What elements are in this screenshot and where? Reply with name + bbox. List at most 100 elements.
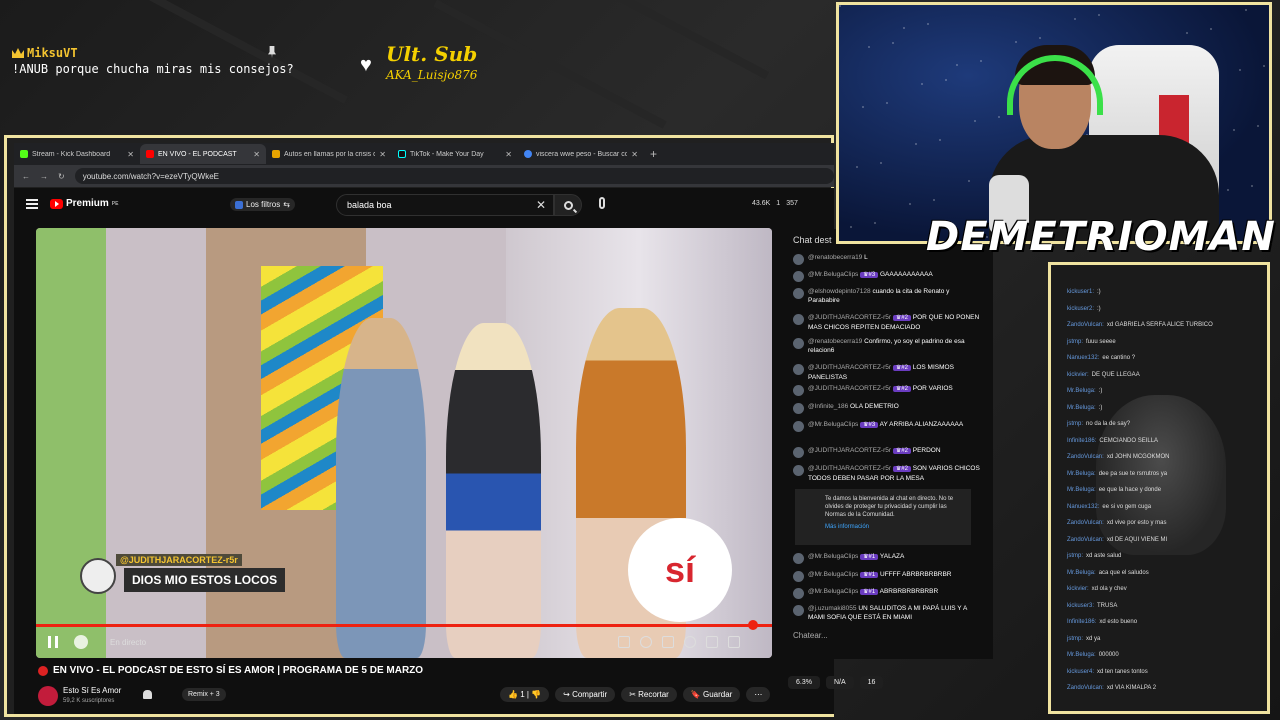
member-badge: ♛#3	[860, 272, 879, 278]
overlay-chat-username: Nanuex132:	[1067, 503, 1100, 510]
star-decoration	[1263, 65, 1265, 67]
tab-autos[interactable]: Autos en llamas por la crisis de ✕	[266, 144, 392, 164]
member-badge: ♛#2	[892, 386, 911, 392]
like-button[interactable]: 👍 1 | 👎	[500, 687, 550, 702]
close-icon[interactable]: ✕	[253, 150, 260, 159]
live-label[interactable]: En directo	[110, 638, 146, 647]
avatar	[793, 553, 804, 564]
star-decoration	[1039, 37, 1041, 39]
save-button[interactable]: 🔖 Guardar	[682, 687, 741, 702]
star-decoration	[880, 162, 882, 164]
overlay-chat-username: kickvier:	[1067, 371, 1089, 378]
more-info-link[interactable]: Más información	[825, 523, 965, 531]
menu-icon[interactable]	[26, 199, 38, 209]
volume-icon[interactable]	[74, 635, 88, 649]
star-decoration	[1233, 129, 1235, 131]
star-decoration	[1245, 9, 1247, 11]
fullscreen-exit-icon[interactable]	[728, 636, 740, 648]
back-icon[interactable]: ←	[22, 172, 30, 181]
settings-icon[interactable]	[684, 636, 696, 648]
star-decoration	[868, 46, 870, 48]
video-person-denim	[336, 318, 426, 658]
pause-icon[interactable]	[48, 636, 58, 648]
tab-kick-dashboard[interactable]: Stream - Kick Dashboard ✕	[14, 144, 140, 164]
clip-button[interactable]: ✂ Recortar	[621, 687, 677, 702]
chat-username[interactable]: @Mr.BelugaClips	[808, 271, 858, 278]
last-sub-title: Ult. Sub	[386, 42, 478, 66]
tab-search[interactable]: viscera wwe peso - Buscar con ✕	[518, 144, 644, 164]
chat-username[interactable]: @JUDITHJARACORTEZ-r5r	[808, 465, 891, 472]
channel-avatar[interactable]	[38, 686, 58, 706]
chat-header[interactable]: Chat dest	[793, 235, 832, 245]
video-player[interactable]: sí @JUDITHJARACORTEZ-r5r DIOS MIO ESTOS …	[36, 228, 772, 658]
overlay-chat-text: ee que la hace y donde	[1098, 487, 1162, 493]
star-decoration	[921, 83, 923, 85]
tab-tiktok[interactable]: TikTok - Make Your Day ✕	[392, 144, 518, 164]
overlay-chat-line: kickuser3: TRUSA	[1067, 603, 1117, 610]
chat-text: UFFFF ABRBRBRBRBR	[880, 571, 952, 578]
bell-icon[interactable]	[143, 690, 152, 699]
progress-bar[interactable]	[36, 624, 772, 627]
star-decoration	[933, 199, 935, 201]
chat-username[interactable]: @JUDITHJARACORTEZ-r5r	[808, 447, 891, 454]
overlay-chat-username: ZandoVulcan:	[1067, 454, 1104, 460]
close-icon[interactable]: ✕	[631, 150, 638, 159]
chat-username[interactable]: @JUDITHJARACORTEZ-r5r	[808, 385, 891, 392]
clear-search-icon[interactable]: ✕	[536, 198, 546, 212]
autoplay-toggle-icon[interactable]	[640, 636, 652, 648]
chat-username[interactable]: @Infinite_186	[808, 403, 848, 410]
new-tab-icon[interactable]: +	[644, 147, 663, 161]
forward-icon[interactable]: →	[40, 172, 48, 181]
avatar	[793, 254, 804, 265]
share-button[interactable]: ↪ Compartir	[555, 687, 616, 702]
chat-message: @JUDITHJARACORTEZ-r5r ♛#2 PERDON	[793, 446, 981, 458]
member-badge: ♛#1	[860, 572, 879, 578]
chat-username[interactable]: @Mr.BelugaClips	[808, 588, 858, 595]
chat-username[interactable]: @elshowdepinto7128	[808, 288, 871, 295]
chat-username[interactable]: @Mr.BelugaClips	[808, 553, 858, 560]
filters-button[interactable]: Los filtros ⇆	[230, 198, 295, 211]
miniplayer-icon[interactable]	[706, 636, 718, 648]
star-decoration	[892, 42, 894, 44]
youtube-logo[interactable]: Premium PE	[50, 198, 118, 209]
tab-youtube-podcast[interactable]: EN VIVO - EL PODCAST ✕	[140, 144, 266, 164]
star-decoration	[968, 180, 970, 182]
subtitles-icon[interactable]	[662, 636, 674, 648]
chat-username[interactable]: @Mr.BelugaClips	[808, 571, 858, 578]
search-input[interactable]: balada boa	[336, 194, 554, 216]
streamer-name: DEMETRIOMAN	[926, 214, 1276, 260]
chat-username[interactable]: @renatobecerra19	[808, 254, 862, 261]
overlay-chat-text: xd DE AQUI VIENE MI	[1106, 536, 1168, 543]
remix-button[interactable]: Remix + 3	[182, 688, 226, 701]
close-icon[interactable]: ✕	[379, 150, 386, 159]
close-icon[interactable]: ✕	[127, 150, 134, 159]
star-decoration	[980, 60, 982, 62]
channel-name[interactable]: Esto Sí Es Amor	[63, 686, 121, 695]
overlay-chat-username: kickuser2:	[1067, 305, 1095, 312]
video-person-black-top	[446, 323, 541, 658]
chat-username[interactable]: @renatobecerra19	[808, 338, 862, 345]
chat-username[interactable]: @JUDITHJARACORTEZ-r5r	[808, 314, 891, 321]
avatar	[793, 288, 804, 299]
overlay-chat-username: Infinite186:	[1067, 619, 1097, 625]
more-icon[interactable]: ⋯	[746, 687, 771, 702]
chat-username[interactable]: @JUDITHJARACORTEZ-r5r	[808, 364, 891, 371]
extension-icon[interactable]	[618, 636, 630, 648]
star-decoration	[874, 222, 876, 224]
overlay-chat-text: dee pa sue te rsrrutros ya	[1098, 470, 1168, 477]
chat-message: @Mr.BelugaClips ♛#3 AY ARRIBA ALIANZAAAA…	[793, 420, 981, 432]
overlay-chat-text: 000000	[1098, 652, 1119, 658]
chat-message-text: !ANUB porque chucha miras mis consejos?	[12, 62, 294, 76]
chat-username[interactable]: @Mr.BelugaClips	[808, 421, 858, 428]
tiktok-favicon-icon	[398, 150, 406, 158]
reload-icon[interactable]: ↻	[58, 172, 65, 181]
url-field[interactable]: youtube.com/watch?v=ezeVTyQWkeE	[74, 168, 834, 184]
close-icon[interactable]: ✕	[505, 150, 512, 159]
microphone-icon[interactable]	[599, 197, 605, 209]
overlay-chat-line: ZandoVulcan: xd GABRIELA SERFA ALICE TURB…	[1067, 322, 1213, 329]
chat-input[interactable]: Chatear...	[793, 631, 983, 640]
chat-username[interactable]: @j.uzumaki8055	[808, 605, 857, 612]
search-button[interactable]	[554, 194, 582, 216]
overlay-chat-line: kickuser1::)	[1067, 289, 1101, 296]
subscriber-count: 59,2 K suscriptores	[63, 698, 115, 704]
